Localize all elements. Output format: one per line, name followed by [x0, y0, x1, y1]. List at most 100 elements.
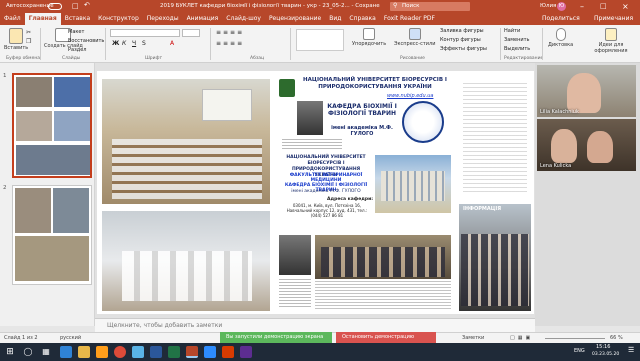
tab-transitions[interactable]: Переходы — [143, 13, 183, 25]
group-divider — [210, 28, 211, 60]
font-color-button[interactable]: A — [170, 40, 174, 47]
search-box[interactable]: ⚲ Поиск — [390, 2, 470, 11]
task-view-icon[interactable]: ▦ — [40, 346, 52, 358]
video-tile-2[interactable]: Lena Kulicka — [537, 119, 636, 171]
edge-icon[interactable] — [60, 346, 72, 358]
shape-effects-button[interactable]: Эффекты фигуры — [440, 46, 487, 52]
video-tile-1[interactable]: Lilia Kalachniuk — [537, 65, 636, 117]
thumbnail-photo — [53, 188, 89, 233]
minimize-icon[interactable]: – — [580, 0, 584, 13]
comments-button[interactable]: Примечания — [590, 13, 637, 25]
autosave-label[interactable]: Автосохранение — [6, 0, 54, 13]
shape-fill-button[interactable]: Заливка фигуры — [440, 28, 484, 34]
group-divider — [542, 28, 543, 60]
quick-styles-button[interactable]: Экспресс-стили — [394, 28, 435, 47]
slide[interactable]: НАЦІОНАЛЬНИЙ УНІВЕРСИТЕТ БІОРЕСУРСІВ І П… — [97, 71, 534, 314]
shapes-gallery[interactable] — [296, 29, 344, 51]
reset-button[interactable]: Восстановить — [68, 38, 104, 44]
zoom-level[interactable]: 66 % — [610, 335, 623, 341]
address-title: Адреса кафедри: — [327, 197, 374, 202]
slide-thumbnail-1[interactable] — [12, 73, 92, 178]
tab-file[interactable]: Файл — [0, 13, 25, 25]
search-icon[interactable]: ◯ — [22, 346, 34, 358]
thumbnail-photo — [15, 236, 89, 281]
layout-button[interactable]: Макет — [68, 29, 84, 35]
shape-outline-button[interactable]: Контур фигуры — [440, 37, 481, 43]
laboratory-photo — [102, 211, 270, 311]
slide-thumbnail-2[interactable] — [12, 185, 92, 285]
windows-start-icon[interactable]: ⊞ — [4, 346, 16, 358]
app-icon[interactable] — [132, 346, 144, 358]
tab-help[interactable]: Справка — [345, 13, 379, 25]
app-icon[interactable] — [240, 346, 252, 358]
excel-icon[interactable] — [168, 346, 180, 358]
slide-thumbnails-pane: 1 2 — [0, 63, 95, 326]
staff-group-photo — [315, 235, 451, 279]
avatar[interactable]: Ю — [557, 2, 566, 11]
zoom-icon[interactable] — [204, 346, 216, 358]
view-buttons[interactable]: □▦▣ — [510, 335, 533, 341]
align-buttons[interactable]: ≡≡≡≡ — [216, 40, 244, 47]
dictate-button[interactable]: Диктовка — [548, 28, 573, 48]
paste-button[interactable]: Вставить — [4, 28, 28, 51]
replace-button[interactable]: Заменить — [504, 37, 530, 43]
maximize-icon[interactable]: □ — [600, 0, 607, 13]
event-attendees — [461, 234, 529, 306]
tab-design[interactable]: Конструктор — [94, 13, 143, 25]
stop-sharing-button[interactable]: Остановить демонстрацию — [336, 332, 436, 343]
powerpoint-icon[interactable] — [186, 346, 198, 358]
tab-home[interactable]: Главная — [24, 13, 61, 25]
zoom-slider[interactable] — [545, 338, 605, 339]
app-icon[interactable] — [222, 346, 234, 358]
portrait-photo — [297, 101, 323, 135]
ribbon-tabs: Файл Главная Вставка Конструктор Переходы Ани… — [0, 13, 640, 25]
notifications-icon[interactable]: ☰ — [628, 346, 634, 354]
participant-name: Lena Kulicka — [540, 163, 572, 169]
share-button[interactable]: Поделиться — [538, 13, 584, 25]
university-name: НАЦІОНАЛЬНИЙ УНІВЕРСИТЕТ БІОРЕСУРСІВ І П… — [303, 77, 447, 90]
underline-button[interactable]: Ч — [132, 40, 136, 47]
notes-toggle[interactable]: Заметки — [462, 335, 484, 341]
close-icon[interactable]: × — [622, 0, 629, 13]
italic-button[interactable]: К — [122, 40, 126, 47]
caption-text-block — [279, 279, 311, 307]
autosave-toggle[interactable] — [48, 3, 62, 10]
projection-screen — [202, 89, 252, 121]
save-icon[interactable]: □ — [72, 2, 79, 10]
arrange-button[interactable]: Упорядочить — [352, 28, 386, 47]
strikethrough-button[interactable]: S — [142, 40, 146, 47]
tab-animations[interactable]: Анимация — [183, 13, 223, 25]
find-button[interactable]: Найти — [504, 28, 520, 34]
bold-button[interactable]: Ж — [112, 40, 119, 47]
chrome-icon[interactable] — [114, 346, 126, 358]
tab-view[interactable]: Вид — [325, 13, 345, 25]
clock-date[interactable]: 03.23.05.20 — [592, 352, 619, 357]
designer-button[interactable]: Идеи для оформления — [586, 28, 636, 54]
firefox-icon[interactable] — [96, 346, 108, 358]
section-button[interactable]: Раздел — [68, 47, 86, 53]
website-link[interactable]: www.nubip.edu.ua — [387, 93, 433, 99]
input-language[interactable]: ENG — [574, 348, 585, 354]
language-indicator[interactable]: русский — [60, 335, 81, 341]
tab-insert[interactable]: Вставка — [61, 13, 94, 25]
group-divider — [290, 28, 291, 60]
font-size-select[interactable] — [182, 29, 200, 37]
copy-icon[interactable]: ❐ — [26, 38, 31, 45]
user-name[interactable]: Юлия — [540, 0, 556, 13]
undo-icon[interactable]: ↶ — [84, 1, 90, 9]
microphone-icon — [555, 28, 566, 41]
tab-foxit[interactable]: Foxit Reader PDF — [380, 13, 439, 25]
clock-time[interactable]: 15:16 — [596, 344, 610, 350]
designer-label: Идеи для оформления — [594, 42, 628, 54]
sharing-text: Вы запустили демонстрацию экрана — [226, 334, 324, 340]
word-icon[interactable] — [150, 346, 162, 358]
file-explorer-icon[interactable] — [78, 346, 90, 358]
tab-slideshow[interactable]: Слайд-шоу — [222, 13, 265, 25]
notes-pane[interactable]: Щелкните, чтобы добавить заметки — [95, 318, 535, 332]
cut-icon[interactable]: ✂ — [26, 29, 31, 36]
font-name-select[interactable] — [110, 29, 180, 37]
bullets-button[interactable]: ≡≡≡≡ — [216, 29, 244, 36]
select-button[interactable]: Выделить — [504, 46, 530, 52]
tab-review[interactable]: Рецензирование — [265, 13, 325, 25]
arrange-icon — [363, 28, 376, 40]
